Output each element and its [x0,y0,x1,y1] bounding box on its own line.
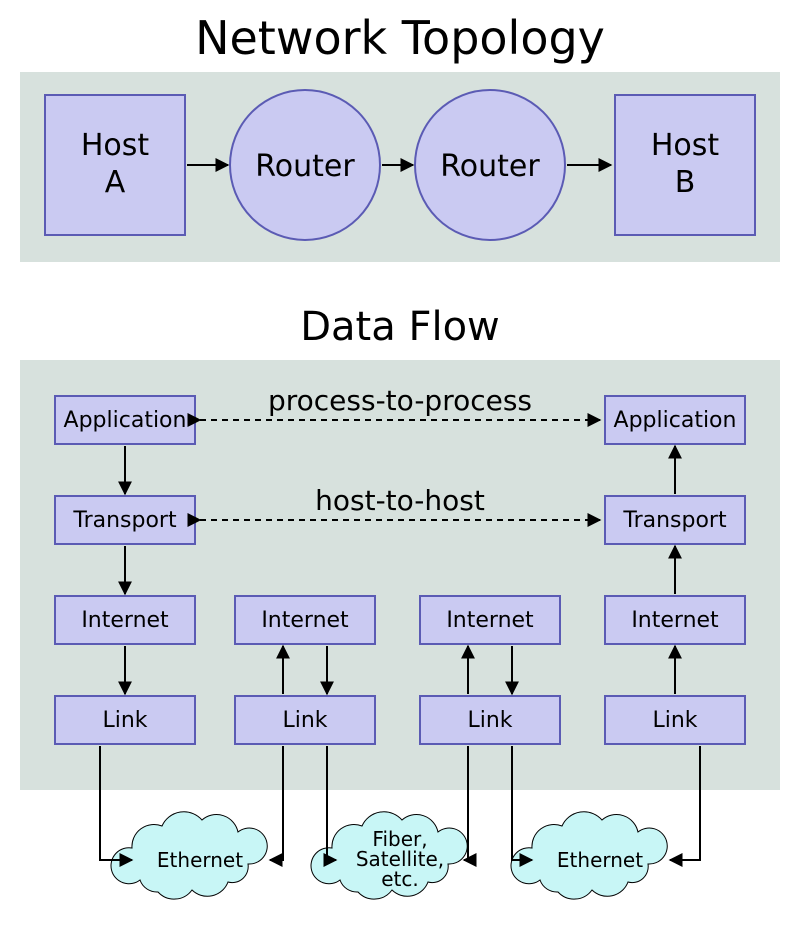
hostA-internet-label: Internet [81,608,169,633]
hostB-transport-label: Transport [622,508,727,533]
cloud-eth1-label: Ethernet [157,848,243,872]
logical-h2h-label: host-to-host [315,484,485,517]
logical-p2p-label: process-to-process [268,384,532,417]
host-a-label-line1: Host [81,128,150,163]
router1-link-label: Link [282,708,327,733]
host-b-label-line1: Host [651,128,720,163]
router-2-label: Router [440,149,540,184]
hostA-transport-label: Transport [72,508,177,533]
cloud-fiber-label-3: etc. [381,867,419,891]
hostA-application-label: Application [64,408,187,433]
diagram-canvas: Network Topology Host A Router Router Ho… [0,0,800,947]
router-1-label: Router [255,149,355,184]
router2-link-label: Link [467,708,512,733]
hostB-link-label: Link [652,708,697,733]
dataflow-title: Data Flow [300,304,500,350]
router2-internet-label: Internet [446,608,534,633]
hostB-application-label: Application [614,408,737,433]
diagram-title: Network Topology [195,11,605,65]
host-a-label-line2: A [105,165,126,200]
router1-internet-label: Internet [261,608,349,633]
host-b-label-line2: B [675,165,696,200]
hostB-internet-label: Internet [631,608,719,633]
hostA-link-label: Link [102,708,147,733]
cloud-eth2-label: Ethernet [557,848,643,872]
